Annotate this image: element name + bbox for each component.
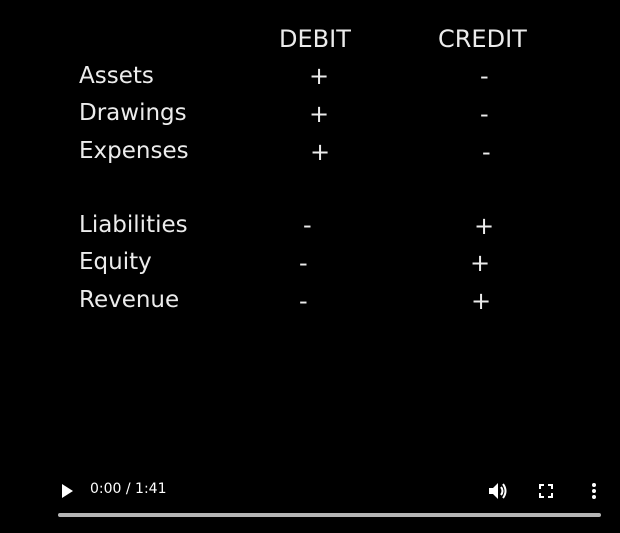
account-label-drawings: Drawings	[79, 100, 187, 126]
progress-bar[interactable]	[58, 513, 601, 517]
debit-sign-equity: -	[299, 249, 308, 277]
debit-sign-liabilities: -	[303, 211, 312, 239]
credit-sign-revenue: +	[471, 287, 492, 315]
credit-sign-assets: -	[480, 62, 489, 90]
more-options-button[interactable]	[582, 479, 606, 503]
fullscreen-icon	[539, 484, 553, 498]
credit-sign-drawings: -	[480, 100, 489, 128]
account-label-revenue: Revenue	[79, 287, 180, 313]
fullscreen-button[interactable]	[534, 479, 558, 503]
credit-header: CREDIT	[438, 25, 527, 53]
debit-sign-assets: +	[309, 62, 330, 90]
play-button[interactable]	[56, 480, 78, 502]
debit-sign-revenue: -	[299, 287, 308, 315]
account-label-equity: Equity	[79, 249, 152, 275]
video-player[interactable]: DEBIT CREDIT Assets + - Drawings + - Exp…	[0, 0, 620, 533]
account-label-assets: Assets	[79, 63, 154, 89]
credit-sign-expenses: -	[482, 138, 491, 166]
debit-sign-expenses: +	[310, 138, 331, 166]
more-options-icon	[592, 483, 596, 499]
account-label-liabilities: Liabilities	[79, 212, 188, 238]
video-controls: 0:00 / 1:41	[0, 472, 620, 533]
volume-icon	[489, 483, 507, 499]
volume-button[interactable]	[486, 479, 510, 503]
account-label-expenses: Expenses	[79, 138, 189, 164]
debit-header: DEBIT	[279, 25, 351, 53]
debit-sign-drawings: +	[309, 100, 330, 128]
credit-sign-liabilities: +	[474, 212, 495, 240]
credit-sign-equity: +	[470, 249, 491, 277]
time-display: 0:00 / 1:41	[90, 481, 167, 497]
play-icon	[62, 484, 73, 498]
